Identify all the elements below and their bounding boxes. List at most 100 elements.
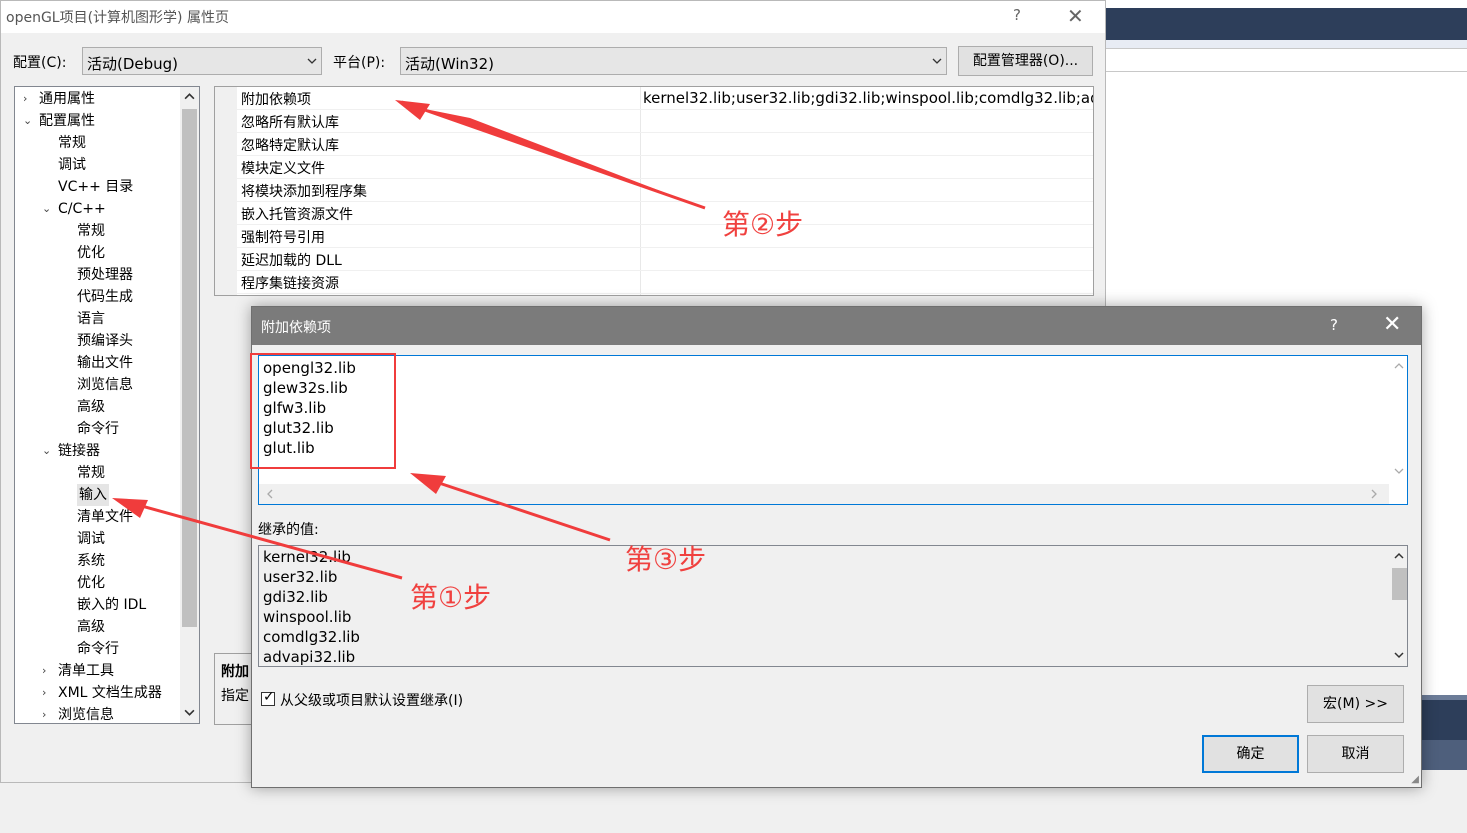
tree-item[interactable]: 命令行 (77, 418, 119, 440)
description-panel: 附加 指定 (214, 653, 254, 725)
check-icon: ✓ (263, 689, 275, 705)
inherited-line: advapi32.lib (263, 648, 356, 666)
scroll-down-icon[interactable] (1394, 466, 1404, 476)
tree-item[interactable]: 嵌入的 IDL (77, 594, 146, 616)
tree-item[interactable]: 清单工具 (58, 660, 114, 682)
dialog-help-button[interactable]: ? (1330, 316, 1338, 334)
property-row[interactable]: 忽略特定默认库 (237, 133, 1093, 156)
scroll-down-icon[interactable] (1394, 650, 1404, 660)
tree-item[interactable]: 优化 (77, 572, 105, 594)
tree-item[interactable]: VC++ 目录 (58, 176, 133, 198)
scroll-up-icon[interactable] (1394, 361, 1404, 371)
tree-item[interactable]: 常规 (58, 132, 86, 154)
scroll-down-icon[interactable] (184, 707, 195, 718)
tree-item[interactable]: 预处理器 (77, 264, 133, 286)
cancel-button[interactable]: 取消 (1307, 735, 1404, 773)
scroll-left-icon[interactable] (265, 489, 275, 499)
tree-item[interactable]: 浏览信息 (77, 374, 133, 396)
inherit-checkbox[interactable]: ✓ (261, 689, 275, 706)
close-button[interactable]: ✕ (1067, 4, 1084, 28)
property-row[interactable]: 忽略所有默认库 (237, 110, 1093, 133)
tree-item[interactable]: 命令行 (77, 638, 119, 660)
property-row[interactable]: 嵌入托管资源文件 (237, 202, 1093, 225)
platform-value: 活动(Win32) (405, 55, 494, 73)
macro-button[interactable]: 宏(M) >> (1307, 685, 1404, 723)
tree-item[interactable]: 常规 (77, 220, 105, 242)
highlight-box (250, 353, 396, 469)
tree-item[interactable]: 预编译头 (77, 330, 133, 352)
edit-horizontal-scrollbar[interactable] (259, 484, 1389, 504)
dependencies-edit-box[interactable]: opengl32.lib glew32s.lib glfw3.lib glut32.l… (258, 355, 1408, 505)
chevron-right-icon[interactable]: › (42, 686, 46, 699)
property-tree[interactable]: › 通用属性 ⌄ 配置属性 常规 调试 VC++ 目录 ⌄ C/C++ 常规 优化 预处理器 代码生成语… (14, 86, 200, 724)
inherited-line: kernel32.lib (263, 548, 351, 566)
config-manager-button[interactable]: 配置管理器(O)... (958, 46, 1093, 76)
tree-item[interactable]: 系统 (77, 550, 105, 572)
tree-item[interactable]: 清单文件 (77, 506, 133, 528)
property-name: 忽略特定默认库 (241, 138, 339, 154)
chevron-down-icon[interactable]: ⌄ (42, 202, 51, 215)
tree-item[interactable]: 通用属性 (39, 88, 95, 110)
property-name: 嵌入托管资源文件 (241, 207, 353, 223)
chevron-right-icon[interactable]: › (42, 664, 46, 677)
inherited-values-label: 继承的值: (258, 522, 319, 538)
property-row[interactable]: 强制符号引用 (237, 225, 1093, 248)
config-select[interactable]: 活动(Debug) (82, 47, 322, 75)
chevron-down-icon (307, 58, 317, 64)
tree-item[interactable]: 链接器 (58, 440, 100, 462)
tree-item[interactable]: 代码生成 (77, 286, 133, 308)
dialog-close-button[interactable]: ✕ (1383, 312, 1401, 337)
tree-item[interactable]: 高级 (77, 616, 105, 638)
property-row[interactable]: 模块定义文件 (237, 156, 1093, 179)
resize-grip-icon[interactable]: ◢ (1411, 774, 1419, 785)
title-bar: openGL项目(计算机图形学) 属性页 ? ✕ (1, 1, 1105, 33)
tree-item[interactable]: 常规 (77, 462, 105, 484)
inherited-scrollbar[interactable] (1390, 546, 1407, 666)
scroll-up-icon[interactable] (184, 91, 195, 102)
help-button[interactable]: ? (1013, 6, 1021, 24)
property-name: 将模块添加到程序集 (241, 184, 367, 200)
dialog-title: 附加依赖项 (261, 320, 331, 336)
inherited-scroll-thumb[interactable] (1392, 568, 1407, 600)
tree-scrollbar[interactable] (180, 87, 199, 723)
property-row[interactable]: 程序集链接资源 (237, 271, 1093, 294)
scroll-up-icon[interactable] (1394, 551, 1404, 561)
inherit-checkbox-label[interactable]: 从父级或项目默认设置继承(I) (280, 690, 463, 710)
property-name: 模块定义文件 (241, 161, 325, 177)
property-value[interactable]: kernel32.lib;user32.lib;gdi32.lib;winspo… (643, 89, 1093, 107)
config-value: 活动(Debug) (87, 55, 179, 73)
edit-vertical-scrollbar[interactable] (1390, 356, 1407, 484)
scroll-right-icon[interactable] (1369, 489, 1379, 499)
inherited-line: gdi32.lib (263, 588, 328, 606)
tree-scroll-thumb[interactable] (182, 109, 197, 627)
chevron-right-icon[interactable]: › (23, 92, 27, 105)
tree-item[interactable]: 调试 (77, 528, 105, 550)
ide-band (1105, 40, 1467, 48)
config-label: 配置(C): (13, 55, 67, 71)
tree-item[interactable]: 浏览信息 (58, 704, 114, 723)
tree-item[interactable]: 优化 (77, 242, 105, 264)
chevron-down-icon[interactable]: ⌄ (42, 444, 51, 457)
tree-item[interactable]: 调试 (58, 154, 86, 176)
ok-button[interactable]: 确定 (1202, 735, 1299, 773)
property-name: 忽略所有默认库 (241, 115, 339, 131)
tree-item[interactable]: 语言 (77, 308, 105, 330)
description-text: 指定 (221, 688, 249, 704)
grid-gutter (215, 87, 237, 295)
tree-item[interactable]: 高级 (77, 396, 105, 418)
property-name: 程序集链接资源 (241, 276, 339, 292)
tree-item[interactable]: 输入 (77, 484, 109, 506)
platform-select[interactable]: 活动(Win32) (400, 47, 947, 75)
inherited-line: winspool.lib (263, 608, 352, 626)
tree-item[interactable]: XML 文档生成器 (58, 682, 162, 704)
property-name: 强制符号引用 (241, 230, 325, 246)
property-row[interactable]: 将模块添加到程序集 (237, 179, 1093, 202)
step1-label: 第①步 (410, 581, 492, 614)
chevron-right-icon[interactable]: › (42, 708, 46, 721)
property-row[interactable]: 附加依赖项 kernel32.lib;user32.lib;gdi32.lib;w… (237, 87, 1093, 110)
property-row[interactable]: 延迟加载的 DLL (237, 248, 1093, 271)
chevron-down-icon[interactable]: ⌄ (23, 114, 32, 127)
tree-item[interactable]: 输出文件 (77, 352, 133, 374)
tree-item[interactable]: C/C++ (58, 198, 106, 220)
tree-item[interactable]: 配置属性 (39, 110, 95, 132)
